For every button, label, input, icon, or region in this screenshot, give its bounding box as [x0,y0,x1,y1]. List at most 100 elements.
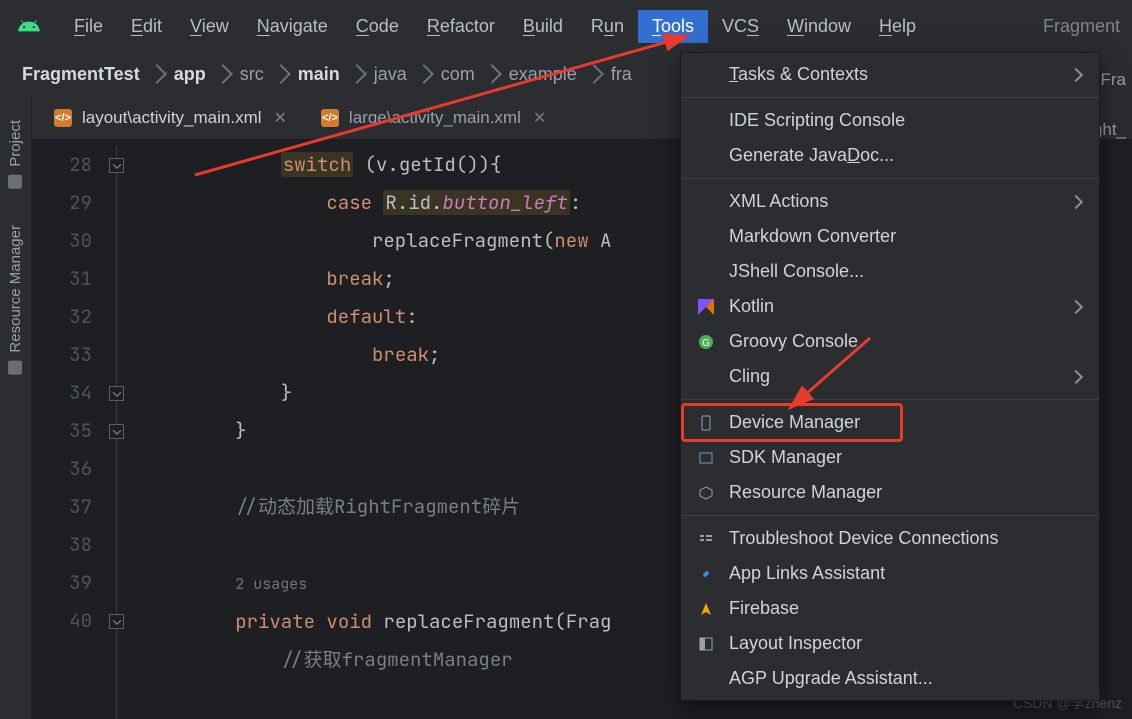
menu-item-label: Troubleshoot Device Connections [729,528,998,549]
breadcrumb-item[interactable]: main [294,64,344,85]
menu-item-label: Layout Inspector [729,633,862,654]
line-number: 29 [32,184,92,222]
menu-item-cling[interactable]: Cling [681,359,1099,394]
menu-item-label: Tasks & Contexts [729,64,868,85]
editor-tab[interactable]: </> large\activity_main.xml ✕ [311,102,556,134]
menu-code[interactable]: Code [342,10,413,43]
menu-item-label: Groovy Console [729,331,858,352]
menu-help[interactable]: Help [865,10,930,43]
chevron-right-icon [584,64,604,84]
menu-item-xml-actions[interactable]: XML Actions [681,184,1099,219]
line-number: 38 [32,526,92,564]
menu-build[interactable]: Build [509,10,577,43]
device-icon [695,415,717,431]
link-icon [695,566,717,582]
menu-item-label: IDE Scripting Console [729,110,905,131]
menu-item-label: App Links Assistant [729,563,885,584]
submenu-arrow-icon [1069,369,1083,383]
menu-item-generate-javadoc-[interactable]: Generate JavaDoc... [681,138,1099,173]
menu-item-sdk-manager[interactable]: SDK Manager [681,440,1099,475]
menu-item-kotlin[interactable]: Kotlin [681,289,1099,324]
breadcrumb-item[interactable]: java [370,64,411,85]
chevron-right-icon [213,64,233,84]
breadcrumb-item[interactable]: example [505,64,581,85]
line-number: 30 [32,222,92,260]
kotlin-icon [695,299,717,315]
fold-toggle-icon[interactable] [109,424,124,439]
menu-item-troubleshoot-device-connections[interactable]: Troubleshoot Device Connections [681,521,1099,556]
menu-refactor[interactable]: Refactor [413,10,509,43]
chevron-right-icon [271,64,291,84]
menu-item-label: Firebase [729,598,799,619]
chevron-right-icon [147,64,167,84]
gutter: 28293031323334353637383940 [32,140,102,719]
menu-item-label: Markdown Converter [729,226,896,247]
menu-item-label: AGP Upgrade Assistant... [729,668,933,689]
menu-run[interactable]: Run [577,10,638,43]
tool-tab-project[interactable]: Project [5,106,26,203]
menu-item-ide-scripting-console[interactable]: IDE Scripting Console [681,103,1099,138]
menu-item-groovy-console[interactable]: G Groovy Console [681,324,1099,359]
firebase-icon [695,601,717,617]
submenu-arrow-icon [1069,299,1083,313]
menu-item-device-manager[interactable]: Device Manager [681,405,1099,440]
menu-item-label: XML Actions [729,191,828,212]
window-title-fragment: Fragment [1043,16,1126,37]
line-number: 39 [32,564,92,602]
fold-toggle-icon[interactable] [109,614,124,629]
menu-separator [681,399,1099,400]
sdk-icon [695,450,717,466]
menu-item-label: Resource Manager [729,482,882,503]
menu-item-jshell-console-[interactable]: JShell Console... [681,254,1099,289]
chevron-right-icon [414,64,434,84]
menu-navigate[interactable]: Navigate [243,10,342,43]
menu-item-firebase[interactable]: Firebase [681,591,1099,626]
layout-icon [695,636,717,652]
breadcrumb-item[interactable]: FragmentTest [18,64,144,85]
menu-edit[interactable]: Edit [117,10,176,43]
line-number: 36 [32,450,92,488]
xml-file-icon: </> [321,109,339,127]
submenu-arrow-icon [1069,67,1083,81]
menu-item-layout-inspector[interactable]: Layout Inspector [681,626,1099,661]
breadcrumb-item[interactable]: src [236,64,268,85]
close-icon[interactable]: ✕ [533,108,546,128]
tab-label: large\activity_main.xml [349,108,521,128]
editor-tab[interactable]: </> layout\activity_main.xml ✕ [44,102,297,134]
menu-view[interactable]: View [176,10,243,43]
line-number: 33 [32,336,92,374]
menu-item-label: JShell Console... [729,261,864,282]
menu-item-resource-manager[interactable]: Resource Manager [681,475,1099,510]
line-number: 31 [32,260,92,298]
line-number: 28 [32,146,92,184]
fold-toggle-icon[interactable] [109,386,124,401]
menu-item-app-links-assistant[interactable]: App Links Assistant [681,556,1099,591]
groovy-icon: G [695,334,717,350]
breadcrumb-item[interactable]: com [437,64,479,85]
line-number: 34 [32,374,92,412]
chevron-right-icon [482,64,502,84]
line-number: 35 [32,412,92,450]
menu-separator [681,178,1099,179]
tool-tab-resource-manager-label: Resource Manager [7,225,24,353]
menu-item-label: SDK Manager [729,447,842,468]
menu-tools[interactable]: Tools [638,10,708,43]
resource-icon [695,485,717,501]
menu-item-agp-upgrade-assistant-[interactable]: AGP Upgrade Assistant... [681,661,1099,696]
tool-tab-resource-manager[interactable]: Resource Manager [5,211,26,389]
menu-item-label: Kotlin [729,296,774,317]
line-number: 37 [32,488,92,526]
breadcrumb-item[interactable]: app [170,64,210,85]
svg-text:G: G [702,338,710,349]
tool-tab-project-label: Project [7,120,24,167]
menu-window[interactable]: Window [773,10,865,43]
menu-item-label: Cling [729,366,770,387]
menu-vcs[interactable]: VCS [708,10,773,43]
menu-item-tasks-contexts[interactable]: Tasks & Contexts [681,57,1099,92]
menubar: FileEditViewNavigateCodeRefactorBuildRun… [0,0,1132,52]
menu-item-markdown-converter[interactable]: Markdown Converter [681,219,1099,254]
menu-file[interactable]: File [60,10,117,43]
breadcrumb-item[interactable]: fra [607,64,636,85]
fold-toggle-icon[interactable] [109,158,124,173]
close-icon[interactable]: ✕ [274,108,287,128]
